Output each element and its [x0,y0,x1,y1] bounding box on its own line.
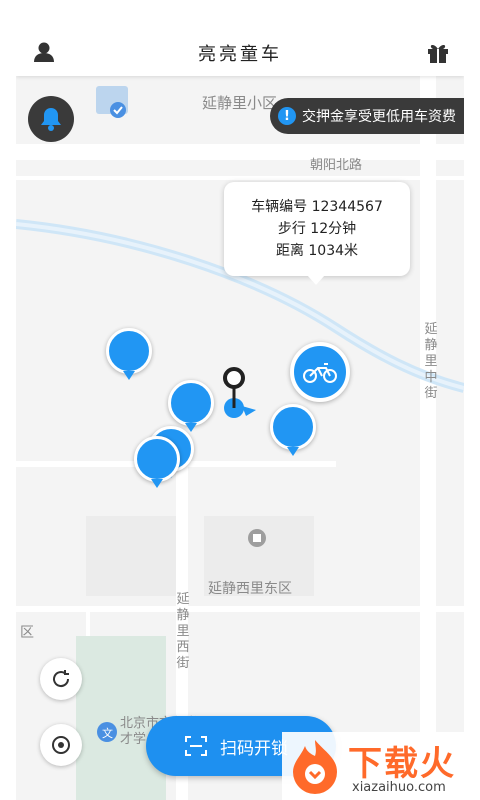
bike-location-marker[interactable] [134,436,180,488]
map-label-area: 延静里小区 [202,94,278,112]
gift-icon[interactable] [424,38,452,66]
app-screen: 亮亮童车 文 延静里小区 朝阳北路 延静里中街 延静西里东区 延静里西街 区 才… [16,28,464,800]
svg-text:文: 文 [102,726,113,740]
bike-location-marker[interactable] [270,404,316,456]
refresh-icon [53,670,70,688]
deposit-notice-banner[interactable]: ! 交押金享受更低用车资费 [270,98,464,134]
notice-text: 交押金享受更低用车资费 [302,109,456,125]
map-label-street-right: 延静里中街 [424,322,438,401]
distance-text: 距离 1034米 [275,243,359,259]
refresh-button[interactable] [40,658,82,700]
watermark-url: xiazaihuo.com [352,780,446,795]
bicycle-icon [303,363,337,383]
info-icon: ! [278,107,296,125]
selected-bike-marker[interactable] [290,342,350,402]
locate-icon [52,736,70,754]
map-label-area-mid: 延静西里东区 [208,581,292,597]
bike-location-marker[interactable] [168,380,214,432]
bike-info-popup: 车辆编号 12344567 步行 12分钟 距离 1034米 [224,182,410,285]
bell-icon [41,108,61,131]
flame-logo-icon [293,740,337,794]
scan-button-label: 扫码开锁 [220,738,288,759]
current-location-pin [216,366,256,420]
bike-id-text: 车辆编号 12344567 [251,199,383,215]
watermark-brand: 下载火 [348,744,456,784]
map-label-road: 朝阳北路 [310,158,363,173]
watermark: 下载火 xiazaihuo.com [282,732,480,800]
scan-icon [185,736,207,756]
top-bar: 亮亮童车 [16,28,464,76]
map-label-street-mid: 延静里西街 [176,592,190,671]
page-title: 亮亮童车 [198,44,282,65]
map-label-area-left: 区 [20,625,34,641]
map-label-school-line2: 才学 [120,732,147,747]
walk-time-text: 步行 12分钟 [277,221,357,237]
notification-bell-button[interactable] [28,96,74,142]
bike-location-marker[interactable] [106,328,152,380]
locate-button[interactable] [40,724,82,766]
